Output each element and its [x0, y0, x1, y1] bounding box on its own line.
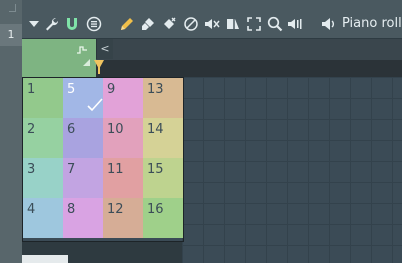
color-cell-number: 15 [147, 162, 164, 177]
timeline-ruler[interactable] [96, 60, 402, 77]
color-cell[interactable]: 5 [63, 78, 103, 118]
color-cell[interactable]: 6 [63, 118, 103, 158]
piano-roll-title[interactable]: Piano roll [342, 15, 402, 33]
color-cell[interactable]: 1 [23, 78, 63, 118]
color-cell-number: 13 [147, 82, 164, 97]
color-cell-number: 9 [107, 82, 116, 97]
left-edge-panel: 1 [0, 0, 22, 263]
color-cell-number: 12 [107, 202, 124, 217]
speaker-icon[interactable] [320, 15, 336, 33]
color-cell-number: 6 [67, 122, 76, 137]
scroll-left-button[interactable]: < [96, 39, 113, 59]
dropdown-arrow-icon[interactable] [28, 15, 40, 33]
color-cell[interactable]: 7 [63, 158, 103, 198]
slice-tool-icon[interactable] [225, 15, 241, 33]
color-cell-number: 2 [27, 122, 36, 137]
waveform-icon [77, 46, 87, 54]
color-cell[interactable]: 12 [103, 198, 143, 238]
channel-color-tab[interactable] [22, 39, 96, 77]
resize-corner-icon [83, 59, 90, 66]
playhead-marker[interactable] [94, 60, 104, 69]
color-cell-number: 11 [107, 162, 124, 177]
paint-brush-icon[interactable] [140, 15, 156, 33]
magnet-icon[interactable] [64, 15, 80, 33]
color-cell[interactable]: 11 [103, 158, 143, 198]
color-cell[interactable]: 8 [63, 198, 103, 238]
color-cell[interactable]: 13 [143, 78, 183, 118]
color-cell-number: 8 [67, 202, 76, 217]
color-cell-number: 5 [67, 82, 76, 97]
mute-circle-icon[interactable] [183, 15, 199, 33]
corner-notch [9, 4, 16, 12]
zoom-tool-icon[interactable] [267, 15, 283, 33]
wrench-icon[interactable] [44, 15, 60, 33]
color-picker: 1 2 3 4 5 6 7 8 9 10 11 12 13 14 15 16 [22, 77, 184, 242]
playback-tool-icon[interactable] [287, 15, 303, 33]
color-cell[interactable]: 14 [143, 118, 183, 158]
color-cell-number: 7 [67, 162, 76, 177]
mute-speaker-icon[interactable] [204, 15, 220, 33]
piano-key-strip [22, 255, 68, 263]
color-cell[interactable]: 9 [103, 78, 143, 118]
channel-control[interactable]: 1 [0, 24, 22, 46]
color-cell[interactable]: 16 [143, 198, 183, 238]
checkmark-icon [87, 98, 103, 112]
delete-tool-icon[interactable] [161, 15, 177, 33]
color-cell[interactable]: 10 [103, 118, 143, 158]
color-cell-number: 1 [27, 82, 36, 97]
color-cell[interactable]: 3 [23, 158, 63, 198]
pencil-draw-icon[interactable] [119, 15, 135, 33]
color-cell[interactable]: 2 [23, 118, 63, 158]
menu-circle-icon[interactable] [86, 15, 102, 33]
color-cell-number: 10 [107, 122, 124, 137]
color-cell[interactable]: 15 [143, 158, 183, 198]
color-cell[interactable]: 4 [23, 198, 63, 238]
color-cell-number: 4 [27, 202, 36, 217]
select-tool-icon[interactable] [246, 15, 262, 33]
color-cell-number: 14 [147, 122, 164, 137]
color-cell-number: 3 [27, 162, 36, 177]
piano-roll-grid[interactable] [182, 77, 402, 263]
color-cell-number: 16 [147, 202, 164, 217]
